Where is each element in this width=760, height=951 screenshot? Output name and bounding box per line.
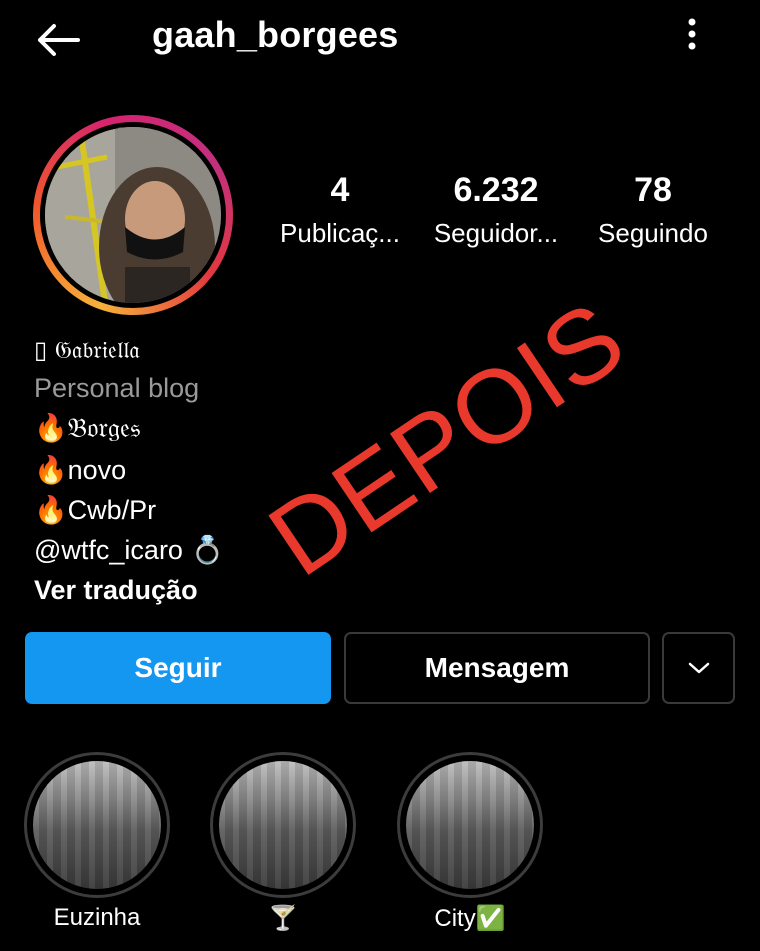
stat-followers-count: 6.232 — [453, 171, 539, 209]
see-translation-link[interactable]: Ver tradução — [34, 570, 198, 610]
avatar-story-ring[interactable] — [33, 115, 233, 315]
highlight-cover — [219, 761, 347, 889]
stat-following[interactable]: 78 Seguindo — [578, 170, 728, 250]
stat-posts[interactable]: 4 Publicaç... — [265, 170, 415, 250]
stat-followers-label: Seguidor... — [433, 218, 559, 248]
stat-following-count: 78 — [634, 171, 672, 209]
bio-name-prefix: ▯ — [34, 336, 48, 364]
stat-following-label: Seguindo — [598, 218, 708, 248]
stat-posts-count: 4 — [330, 171, 350, 209]
bio-name: ▯ 𝔊𝔞𝔟𝔯𝔦𝔢𝔩𝔩𝔞 — [34, 330, 140, 370]
bio-line-2: 🔥novo — [34, 455, 127, 485]
profile-username: gaah_borgees — [152, 14, 399, 55]
follow-button[interactable]: Seguir — [25, 632, 331, 704]
highlight-label: Euzinha — [53, 904, 141, 931]
suggested-dropdown-button[interactable] — [662, 632, 735, 704]
back-button[interactable] — [30, 18, 86, 62]
highlight-euzinha[interactable]: Euzinha — [24, 752, 170, 932]
stat-posts-label: Publicaç... — [280, 218, 400, 248]
bio-name-text: 𝔊𝔞𝔟𝔯𝔦𝔢𝔩𝔩𝔞 — [54, 336, 140, 364]
bio-mention-link[interactable]: @wtfc_icaro 💍 — [34, 530, 224, 570]
arrow-left-icon — [38, 24, 80, 56]
highlight-ring — [24, 752, 170, 898]
bio-line-3: 🔥Cwb/Pr — [34, 495, 157, 525]
highlight-label: City✅ — [434, 905, 506, 932]
more-vertical-icon — [688, 18, 696, 50]
highlight-ring — [210, 752, 356, 898]
highlight-label: 🍸 — [268, 905, 298, 932]
highlight-ring — [397, 752, 543, 898]
more-options-button[interactable] — [676, 14, 708, 58]
chevron-down-icon — [688, 662, 709, 674]
depois-overlay-text: DEPOIS — [249, 279, 646, 599]
bio-category: Personal blog — [34, 373, 200, 403]
message-button[interactable]: Mensagem — [344, 632, 650, 704]
avatar — [45, 127, 221, 303]
stat-followers[interactable]: 6.232 Seguidor... — [421, 170, 571, 250]
highlight-cover — [33, 761, 161, 889]
highlight-drink[interactable]: 🍸 — [210, 752, 356, 933]
highlight-cover — [406, 761, 534, 889]
bio-line-1: 🔥𝔅𝔬𝔯𝔤𝔢𝔰 — [34, 413, 141, 443]
highlight-city[interactable]: City✅ — [397, 752, 543, 933]
